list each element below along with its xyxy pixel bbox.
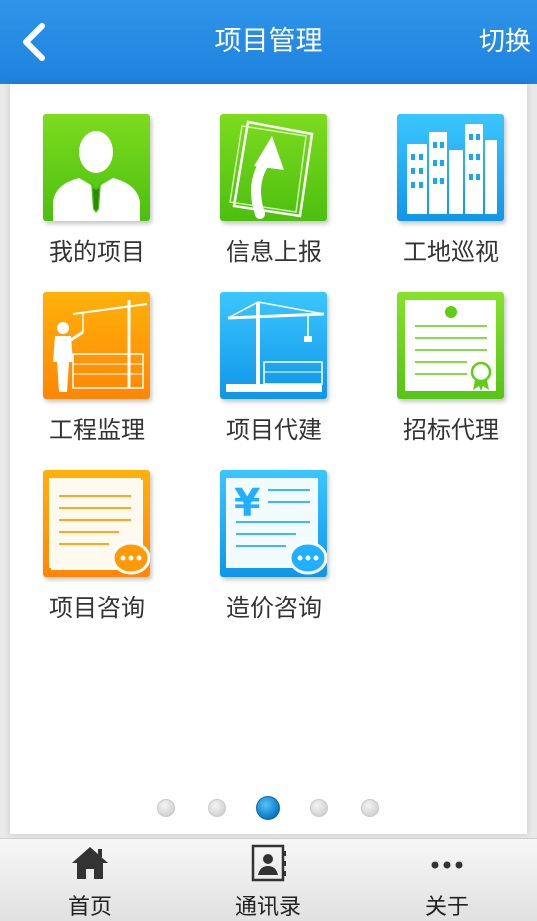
tab-home[interactable]: 首页 (20, 839, 160, 921)
page-title: 项目管理 (214, 26, 323, 57)
tile-site-inspection[interactable]: 工地巡视 (374, 114, 514, 284)
tile-label: 我的项目 (49, 238, 145, 266)
tile-project-consulting[interactable]: 项目咨询 (20, 470, 160, 640)
buildings-icon (397, 114, 504, 221)
tile-label: 项目咨询 (49, 594, 145, 622)
tile-project-agent-construction[interactable]: 项目代建 (197, 292, 337, 462)
tile-label: 信息上报 (226, 238, 322, 266)
tile-label: 工程监理 (49, 416, 145, 444)
page-dot[interactable] (208, 799, 226, 817)
crane-icon (220, 292, 327, 399)
tile-label: 招标代理 (403, 416, 499, 444)
page-dot[interactable] (157, 799, 175, 817)
tile-info-report[interactable]: 信息上报 (197, 114, 337, 284)
tab-label: 首页 (67, 895, 112, 920)
certificate-icon (397, 292, 504, 399)
tab-label: 通讯录 (234, 895, 301, 920)
home-icon (72, 847, 108, 879)
switch-button[interactable]: 切换 (479, 0, 531, 84)
tab-contacts[interactable]: 通讯录 (198, 839, 338, 921)
tile-cost-consulting[interactable]: ¥ 造价咨询 (197, 470, 337, 640)
page-indicator (0, 796, 537, 820)
svg-text:¥: ¥ (234, 481, 260, 525)
app-grid: 我的项目 信息上报 工地巡视 工程监理 项目代建 招标代理 项目咨询 ¥ 造价咨… (10, 84, 527, 834)
more-icon (431, 861, 463, 869)
tile-engineering-supervision[interactable]: 工程监理 (20, 292, 160, 462)
tab-label: 关于 (424, 895, 469, 920)
page-dot[interactable] (310, 799, 328, 817)
page-dot-active[interactable] (256, 796, 280, 820)
tile-label: 工地巡视 (403, 238, 499, 266)
construction-supervisor-icon (43, 292, 150, 399)
tab-about[interactable]: 关于 (377, 839, 517, 921)
bottom-tab-bar: 首页 通讯录 关于 (0, 838, 537, 921)
top-bar: 项目管理 切换 (0, 0, 537, 84)
person-icon (43, 114, 150, 221)
contacts-icon (251, 844, 286, 882)
page-dot[interactable] (361, 799, 379, 817)
tile-bidding-agency[interactable]: 招标代理 (374, 292, 514, 462)
yuan-document-chat-icon: ¥ (220, 470, 327, 577)
tile-label: 造价咨询 (226, 594, 322, 622)
tile-my-projects[interactable]: 我的项目 (20, 114, 160, 284)
tile-label: 项目代建 (226, 416, 322, 444)
document-chat-icon (43, 470, 150, 577)
upload-document-icon (220, 114, 327, 221)
